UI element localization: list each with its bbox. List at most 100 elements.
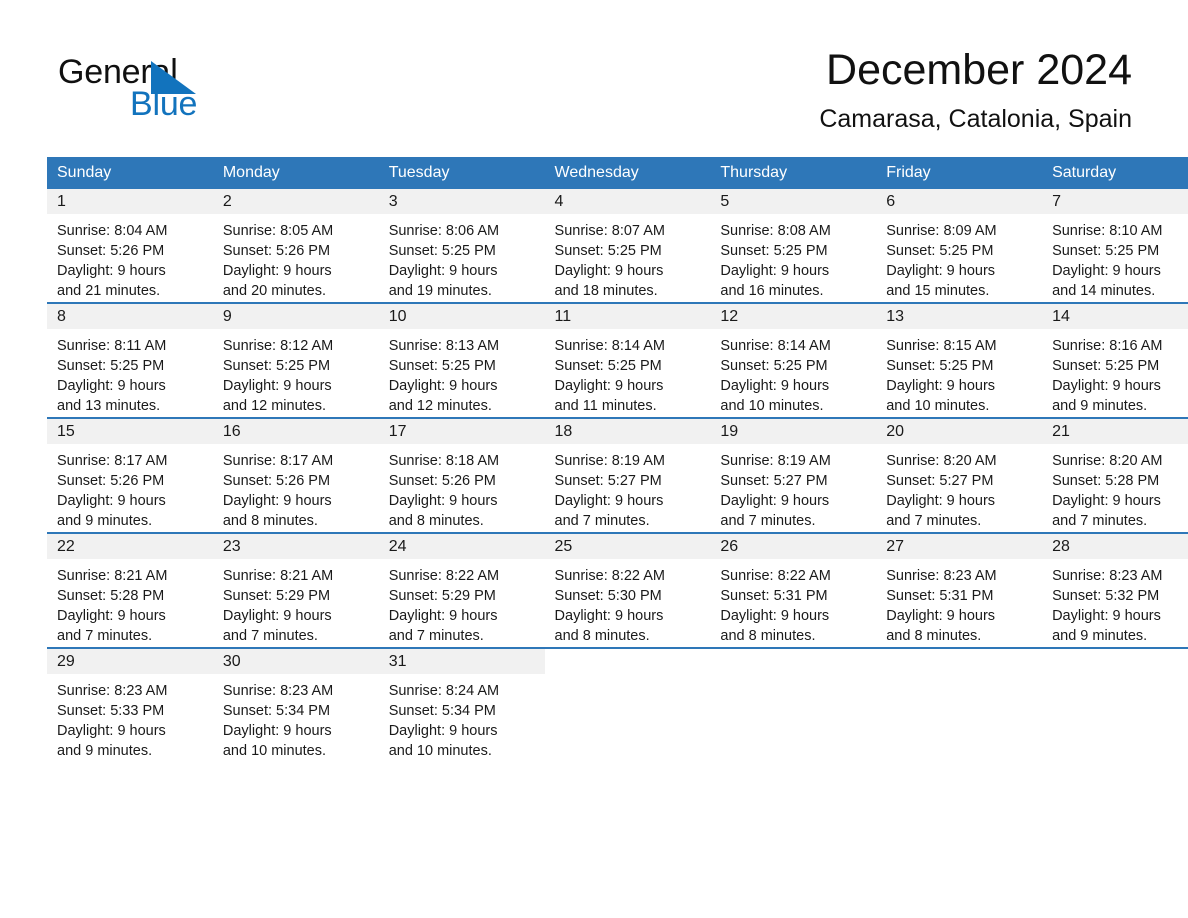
calendar-day-cell[interactable]: 5 Sunrise: 8:08 AM Sunset: 5:25 PM Daylight… bbox=[710, 189, 877, 303]
calendar-day-cell[interactable]: 18 Sunrise: 8:19 AM Sunset: 5:27 PM Dayligh… bbox=[544, 417, 711, 533]
sunrise-time: Sunrise: 8:07 AM bbox=[554, 223, 665, 239]
day-details: Sunrise: 8:17 AM Sunset: 5:26 PM Daylight:… bbox=[213, 444, 379, 531]
calendar-day-cell[interactable]: 4 Sunrise: 8:07 AM Sunset: 5:25 PM Daylight… bbox=[544, 189, 711, 303]
daylight-duration-line2: and 7 minutes. bbox=[1052, 513, 1148, 529]
sunset-time: Sunset: 5:25 PM bbox=[886, 358, 994, 374]
calendar-day-cell[interactable]: 17 Sunrise: 8:18 AM Sunset: 5:26 PM Dayligh… bbox=[378, 417, 545, 533]
calendar-day-cell[interactable]: 24 Sunrise: 8:22 AM Sunset: 5:29 PM Dayligh… bbox=[378, 532, 545, 648]
calendar-day-cell[interactable]: 12 Sunrise: 8:14 AM Sunset: 5:25 PM Dayligh… bbox=[710, 302, 877, 418]
calendar-day-cell[interactable]: 13 Sunrise: 8:15 AM Sunset: 5:25 PM Dayligh… bbox=[876, 302, 1043, 418]
day-details: Sunrise: 8:16 AM Sunset: 5:25 PM Daylight:… bbox=[1042, 329, 1188, 416]
daylight-duration-line1: Daylight: 9 hours bbox=[388, 378, 498, 394]
daylight-duration-line2: and 12 minutes. bbox=[222, 398, 327, 414]
calendar-day-cell[interactable]: 31 Sunrise: 8:24 AM Sunset: 5:34 PM Dayligh… bbox=[378, 647, 545, 762]
day-number: 18 bbox=[544, 419, 711, 444]
day-details: Sunrise: 8:23 AM Sunset: 5:34 PM Daylight:… bbox=[213, 674, 379, 761]
day-number: 30 bbox=[212, 649, 379, 674]
calendar-day-cell[interactable]: 26 Sunrise: 8:22 AM Sunset: 5:31 PM Dayligh… bbox=[710, 532, 877, 648]
sunset-time: Sunset: 5:31 PM bbox=[720, 588, 828, 604]
sunrise-time: Sunrise: 8:19 AM bbox=[554, 453, 665, 469]
day-number: 21 bbox=[1042, 419, 1188, 444]
day-details: Sunrise: 8:17 AM Sunset: 5:26 PM Daylight:… bbox=[47, 444, 213, 531]
day-details: Sunrise: 8:09 AM Sunset: 5:25 PM Daylight:… bbox=[876, 214, 1042, 301]
calendar-day-cell[interactable]: 7 Sunrise: 8:10 AM Sunset: 5:25 PM Daylight… bbox=[1042, 189, 1188, 303]
sunrise-time: Sunrise: 8:11 AM bbox=[57, 338, 167, 354]
daylight-duration-line1: Daylight: 9 hours bbox=[554, 493, 664, 509]
day-details: Sunrise: 8:21 AM Sunset: 5:28 PM Daylight:… bbox=[47, 559, 213, 646]
sunset-time: Sunset: 5:25 PM bbox=[388, 243, 496, 259]
daylight-duration-line1: Daylight: 9 hours bbox=[222, 608, 332, 624]
daylight-duration-line2: and 7 minutes. bbox=[222, 628, 318, 644]
daylight-duration-line1: Daylight: 9 hours bbox=[388, 608, 498, 624]
daylight-duration-line1: Daylight: 9 hours bbox=[886, 378, 996, 394]
sunrise-time: Sunrise: 8:23 AM bbox=[886, 568, 997, 584]
day-details: Sunrise: 8:07 AM Sunset: 5:25 PM Daylight:… bbox=[545, 214, 711, 301]
daylight-duration-line2: and 14 minutes. bbox=[1052, 283, 1156, 299]
sunset-time: Sunset: 5:25 PM bbox=[1052, 358, 1160, 374]
calendar-week-row: 1 Sunrise: 8:04 AM Sunset: 5:26 PM Daylight… bbox=[47, 189, 1188, 303]
daylight-duration-line2: and 10 minutes. bbox=[388, 743, 492, 759]
sunrise-time: Sunrise: 8:21 AM bbox=[222, 568, 334, 584]
day-details: Sunrise: 8:23 AM Sunset: 5:33 PM Daylight:… bbox=[47, 674, 213, 761]
calendar-day-cell[interactable]: 8 Sunrise: 8:11 AM Sunset: 5:25 PM Daylight… bbox=[47, 302, 213, 418]
calendar-day-cell[interactable]: 29 Sunrise: 8:23 AM Sunset: 5:33 PM Dayligh… bbox=[47, 647, 213, 762]
calendar-day-cell[interactable]: 27 Sunrise: 8:23 AM Sunset: 5:31 PM Dayligh… bbox=[876, 532, 1043, 648]
sunrise-time: Sunrise: 8:23 AM bbox=[222, 683, 334, 699]
daylight-duration-line2: and 8 minutes. bbox=[886, 628, 982, 644]
calendar-day-cell[interactable]: 16 Sunrise: 8:17 AM Sunset: 5:26 PM Dayligh… bbox=[212, 417, 379, 533]
calendar-day-cell[interactable]: 30 Sunrise: 8:23 AM Sunset: 5:34 PM Dayligh… bbox=[212, 647, 379, 762]
day-number: 17 bbox=[378, 419, 545, 444]
day-details: Sunrise: 8:11 AM Sunset: 5:25 PM Daylight:… bbox=[47, 329, 213, 416]
calendar-day-cell-empty bbox=[544, 647, 711, 762]
sunset-time: Sunset: 5:26 PM bbox=[388, 473, 496, 489]
day-number: 10 bbox=[378, 304, 545, 329]
day-number: 14 bbox=[1042, 304, 1188, 329]
calendar-week-row: 29 Sunrise: 8:23 AM Sunset: 5:33 PM Dayligh… bbox=[47, 647, 1188, 762]
sunset-time: Sunset: 5:26 PM bbox=[57, 473, 165, 489]
day-details: Sunrise: 8:19 AM Sunset: 5:27 PM Daylight:… bbox=[710, 444, 876, 531]
daylight-duration-line1: Daylight: 9 hours bbox=[554, 608, 664, 624]
calendar-day-cell[interactable]: 15 Sunrise: 8:17 AM Sunset: 5:26 PM Dayligh… bbox=[47, 417, 213, 533]
day-number: 15 bbox=[47, 419, 213, 444]
daylight-duration-line2: and 12 minutes. bbox=[388, 398, 492, 414]
daylight-duration-line1: Daylight: 9 hours bbox=[222, 263, 332, 279]
daylight-duration-line2: and 10 minutes. bbox=[720, 398, 824, 414]
sunrise-time: Sunrise: 8:23 AM bbox=[1052, 568, 1163, 584]
calendar-day-cell[interactable]: 11 Sunrise: 8:14 AM Sunset: 5:25 PM Dayligh… bbox=[544, 302, 711, 418]
sunset-time: Sunset: 5:29 PM bbox=[222, 588, 331, 604]
calendar-day-cell[interactable]: 21 Sunrise: 8:20 AM Sunset: 5:28 PM Dayligh… bbox=[1042, 417, 1188, 533]
generalblue-logo[interactable]: General Blue bbox=[58, 52, 318, 132]
daylight-duration-line2: and 7 minutes. bbox=[388, 628, 484, 644]
calendar-day-cell[interactable]: 22 Sunrise: 8:21 AM Sunset: 5:28 PM Dayligh… bbox=[47, 532, 213, 648]
sunrise-time: Sunrise: 8:14 AM bbox=[554, 338, 665, 354]
day-number: 13 bbox=[876, 304, 1043, 329]
calendar-day-cell[interactable]: 28 Sunrise: 8:23 AM Sunset: 5:32 PM Dayligh… bbox=[1042, 532, 1188, 648]
daylight-duration-line2: and 11 minutes. bbox=[554, 398, 657, 414]
calendar-day-cell[interactable]: 1 Sunrise: 8:04 AM Sunset: 5:26 PM Daylight… bbox=[47, 189, 213, 303]
daylight-duration-line1: Daylight: 9 hours bbox=[388, 493, 498, 509]
calendar-day-cell[interactable]: 10 Sunrise: 8:13 AM Sunset: 5:25 PM Dayligh… bbox=[378, 302, 545, 418]
calendar-body: 1 Sunrise: 8:04 AM Sunset: 5:26 PM Daylight… bbox=[47, 189, 1188, 762]
calendar-day-cell[interactable]: 14 Sunrise: 8:16 AM Sunset: 5:25 PM Dayligh… bbox=[1042, 302, 1188, 418]
day-details: Sunrise: 8:21 AM Sunset: 5:29 PM Daylight:… bbox=[213, 559, 379, 646]
sunset-time: Sunset: 5:25 PM bbox=[222, 358, 331, 374]
sunset-time: Sunset: 5:34 PM bbox=[388, 703, 496, 719]
calendar-day-cell[interactable]: 6 Sunrise: 8:09 AM Sunset: 5:25 PM Daylight… bbox=[876, 189, 1043, 303]
calendar-day-cell[interactable]: 9 Sunrise: 8:12 AM Sunset: 5:25 PM Daylight… bbox=[212, 302, 379, 418]
daylight-duration-line2: and 10 minutes. bbox=[886, 398, 990, 414]
daylight-duration-line2: and 10 minutes. bbox=[222, 743, 327, 759]
sunset-time: Sunset: 5:26 PM bbox=[57, 243, 165, 259]
sunrise-time: Sunrise: 8:22 AM bbox=[554, 568, 665, 584]
daylight-duration-line1: Daylight: 9 hours bbox=[57, 378, 166, 394]
calendar-day-cell[interactable]: 19 Sunrise: 8:19 AM Sunset: 5:27 PM Dayligh… bbox=[710, 417, 877, 533]
calendar-day-cell[interactable]: 23 Sunrise: 8:21 AM Sunset: 5:29 PM Dayligh… bbox=[212, 532, 379, 648]
calendar-day-cell[interactable]: 3 Sunrise: 8:06 AM Sunset: 5:25 PM Daylight… bbox=[378, 189, 545, 303]
daylight-duration-line1: Daylight: 9 hours bbox=[720, 608, 830, 624]
calendar-day-cell[interactable]: 25 Sunrise: 8:22 AM Sunset: 5:30 PM Dayligh… bbox=[544, 532, 711, 648]
calendar-day-cell[interactable]: 2 Sunrise: 8:05 AM Sunset: 5:26 PM Daylight… bbox=[212, 189, 379, 303]
day-number: 1 bbox=[47, 189, 213, 214]
day-number: 20 bbox=[876, 419, 1043, 444]
calendar-day-cell[interactable]: 20 Sunrise: 8:20 AM Sunset: 5:27 PM Dayligh… bbox=[876, 417, 1043, 533]
daylight-duration-line2: and 15 minutes. bbox=[886, 283, 990, 299]
sunrise-time: Sunrise: 8:16 AM bbox=[1052, 338, 1163, 354]
